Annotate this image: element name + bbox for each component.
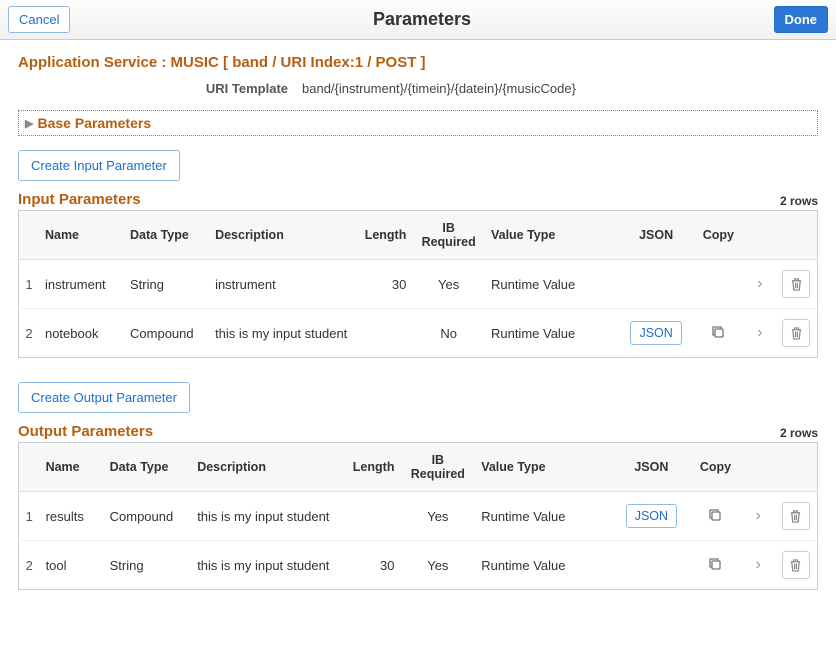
param-ib-required: Yes <box>427 509 448 524</box>
output-parameters-title: Output Parameters <box>18 423 153 440</box>
col-length: Length <box>341 443 401 492</box>
row-index: 1 <box>25 277 32 292</box>
chevron-right-icon[interactable]: › <box>755 507 760 524</box>
param-description: this is my input student <box>197 558 329 573</box>
delete-button[interactable] <box>782 270 810 298</box>
expand-icon: ▶ <box>25 117 33 130</box>
copy-icon[interactable] <box>708 509 722 525</box>
param-data-type: String <box>110 558 144 573</box>
param-description: this is my input student <box>215 326 347 341</box>
param-data-type: Compound <box>110 509 174 524</box>
output-parameters-table: Name Data Type Description Length IB Req… <box>18 442 818 590</box>
application-service-label: Application Service : MUSIC [ band / URI… <box>18 54 818 71</box>
col-index <box>19 443 40 492</box>
json-button[interactable]: JSON <box>630 321 681 345</box>
base-parameters-label: Base Parameters <box>37 115 151 131</box>
param-value-type: Runtime Value <box>481 509 565 524</box>
delete-button[interactable] <box>782 502 810 530</box>
col-copy: Copy <box>689 443 742 492</box>
input-parameters-title: Input Parameters <box>18 191 141 208</box>
col-json: JSON <box>614 443 689 492</box>
param-name: notebook <box>45 326 99 341</box>
col-ib-required: IB Required <box>412 211 485 260</box>
page-content: Application Service : MUSIC [ band / URI… <box>0 40 836 608</box>
col-delete <box>774 443 817 492</box>
input-parameters-table: Name Data Type Description Length IB Req… <box>18 210 818 358</box>
chevron-right-icon[interactable]: › <box>755 556 760 573</box>
row-index: 2 <box>25 326 32 341</box>
row-index: 1 <box>26 509 33 524</box>
param-name: results <box>46 509 84 524</box>
param-length: 30 <box>392 277 406 292</box>
param-data-type: String <box>130 277 164 292</box>
table-row: 2 notebook Compound this is my input studen… <box>19 309 818 358</box>
param-name: instrument <box>45 277 106 292</box>
param-value-type: Runtime Value <box>481 558 565 573</box>
table-row: 1 instrument String instrument 30 Yes Runtime … <box>19 260 818 309</box>
param-name: tool <box>46 558 67 573</box>
col-name: Name <box>39 211 124 260</box>
col-ib-required: IB Required <box>400 443 475 492</box>
input-table-header-row: Name Data Type Description Length IB Req… <box>19 211 818 260</box>
col-description: Description <box>209 211 354 260</box>
create-output-parameter-button[interactable]: Create Output Parameter <box>18 382 190 413</box>
input-row-count: 2 rows <box>780 194 818 208</box>
col-data-type: Data Type <box>124 211 209 260</box>
col-json: JSON <box>620 211 693 260</box>
param-value-type: Runtime Value <box>491 277 575 292</box>
output-row-count: 2 rows <box>780 426 818 440</box>
param-value-type: Runtime Value <box>491 326 575 341</box>
param-ib-required: No <box>440 326 457 341</box>
uri-template-label: URI Template <box>18 81 288 96</box>
param-data-type: Compound <box>130 326 194 341</box>
col-expand <box>742 443 774 492</box>
copy-icon[interactable] <box>711 326 725 342</box>
chevron-right-icon[interactable]: › <box>757 324 762 341</box>
cancel-button[interactable]: Cancel <box>8 6 70 33</box>
param-length: 30 <box>380 558 394 573</box>
uri-template-value: band/{instrument}/{timein}/{datein}/{mus… <box>302 81 576 96</box>
param-ib-required: Yes <box>427 558 448 573</box>
col-length: Length <box>354 211 412 260</box>
base-parameters-toggle[interactable]: ▶ Base Parameters <box>18 110 818 136</box>
page-title: Parameters <box>70 9 773 30</box>
col-value-type: Value Type <box>475 443 614 492</box>
output-parameters-header: Output Parameters 2 rows <box>18 423 818 440</box>
copy-icon[interactable] <box>708 558 722 574</box>
col-data-type: Data Type <box>104 443 192 492</box>
col-expand <box>744 211 775 260</box>
param-ib-required: Yes <box>438 277 459 292</box>
uri-template-row: URI Template band/{instrument}/{timein}/… <box>18 81 818 96</box>
col-value-type: Value Type <box>485 211 620 260</box>
chevron-right-icon[interactable]: › <box>757 275 762 292</box>
row-index: 2 <box>26 558 33 573</box>
col-delete <box>775 211 817 260</box>
col-copy: Copy <box>692 211 744 260</box>
json-button[interactable]: JSON <box>626 504 677 528</box>
delete-button[interactable] <box>782 319 810 347</box>
col-index <box>19 211 39 260</box>
param-description: instrument <box>215 277 276 292</box>
table-row: 1 results Compound this is my input student… <box>19 492 818 541</box>
page-header: Cancel Parameters Done <box>0 0 836 40</box>
done-button[interactable]: Done <box>774 6 829 33</box>
input-parameters-header: Input Parameters 2 rows <box>18 191 818 208</box>
create-input-parameter-button[interactable]: Create Input Parameter <box>18 150 180 181</box>
output-table-header-row: Name Data Type Description Length IB Req… <box>19 443 818 492</box>
delete-button[interactable] <box>782 551 810 579</box>
param-description: this is my input student <box>197 509 329 524</box>
table-row: 2 tool String this is my input student 30 Yes… <box>19 541 818 590</box>
col-description: Description <box>191 443 340 492</box>
col-name: Name <box>40 443 104 492</box>
